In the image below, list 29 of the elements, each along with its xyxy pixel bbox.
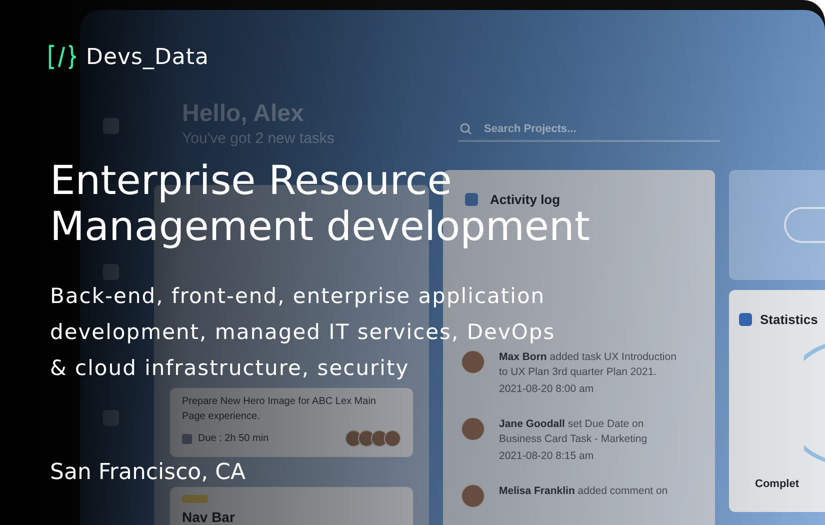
due-time: Due : 2h 50 min: [182, 433, 269, 444]
sidebar-icon: [103, 264, 119, 280]
sidebar-icon: [103, 118, 119, 134]
activity-text: Max Born added task UX Introduction to UX Plan 3rd quarter Plan 2021.: [499, 350, 678, 380]
panel-title: Statistics: [760, 312, 818, 327]
brackets-logo-icon: [48, 44, 76, 70]
subtitle: development, managed IT services, DevOps: [50, 319, 556, 346]
legend-label: Complet: [755, 478, 799, 490]
task-card[interactable]: Nav Bar: [170, 487, 413, 525]
brand-name: Devs_Data: [86, 44, 209, 70]
activity-time: 2021-08-20 8:15 am: [499, 449, 595, 464]
subtitle: & cloud infrastructure, security: [50, 355, 410, 382]
search-icon: [460, 123, 472, 135]
activity-text: Melisa Franklin added comment on: [499, 484, 669, 499]
avatar: [345, 430, 362, 447]
task-card[interactable]: Prepare New Hero Image for ABC Lex Main Page experience. Due : 2h 50 min: [170, 388, 413, 457]
panel-title: Activity log: [490, 192, 560, 207]
avatar: [461, 350, 485, 374]
location-text: San Francisco, CA: [50, 460, 246, 485]
headline: Enterprise Resource: [50, 158, 452, 204]
avatar: [461, 484, 485, 508]
avatar: [461, 417, 485, 441]
activity-time: 2021-08-20 8:00 am: [499, 382, 595, 397]
search-field[interactable]: Search Projects...: [458, 118, 720, 142]
activity-text: Jane Goodall set Due Date on Business Card Task - Marketing: [499, 417, 648, 447]
task-description: Prepare New Hero Image for ABC Lex Main Page experience.: [182, 395, 377, 424]
task-title: Nav Bar: [182, 509, 235, 525]
avatar: [384, 430, 401, 447]
sidebar-icon: [103, 410, 119, 426]
